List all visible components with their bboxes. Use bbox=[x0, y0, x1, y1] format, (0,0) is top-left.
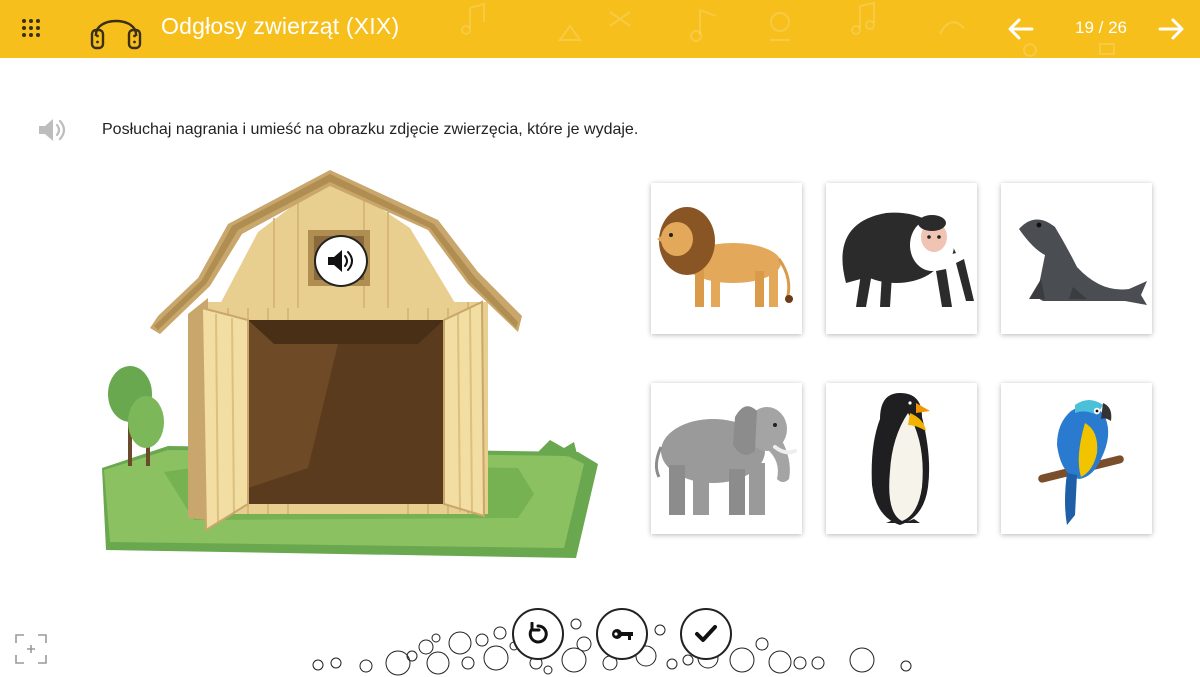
reset-icon bbox=[528, 622, 548, 644]
penguin-icon bbox=[871, 393, 930, 525]
check-button[interactable] bbox=[680, 608, 732, 660]
headphones-icon bbox=[90, 19, 142, 50]
top-bar: Odgłosy zwierząt (XIX) 19 / 26 bbox=[0, 0, 1200, 58]
key-icon bbox=[612, 629, 633, 640]
card-parrot[interactable] bbox=[1001, 383, 1152, 534]
card-elephant[interactable] bbox=[651, 383, 802, 534]
barn-icon bbox=[102, 170, 598, 558]
card-lion[interactable] bbox=[651, 183, 802, 334]
show-answer-button[interactable] bbox=[596, 608, 648, 660]
page-counter: 19 / 26 bbox=[1075, 18, 1127, 37]
card-seal[interactable] bbox=[1001, 183, 1152, 334]
monkey-icon bbox=[842, 212, 974, 307]
parrot-icon bbox=[1038, 400, 1124, 525]
barn-audio-button[interactable] bbox=[314, 235, 368, 287]
lion-icon bbox=[657, 207, 793, 307]
page-title: Odgłosy zwierząt (XIX) bbox=[161, 13, 400, 39]
fullscreen-icon[interactable] bbox=[14, 633, 48, 665]
arrow-left-icon[interactable] bbox=[1006, 14, 1036, 44]
elephant-icon bbox=[654, 406, 797, 515]
card-monkey[interactable] bbox=[826, 183, 977, 334]
speaker-icon bbox=[328, 250, 353, 272]
reset-button[interactable] bbox=[512, 608, 564, 660]
seal-icon bbox=[1019, 219, 1147, 305]
grid-menu-icon[interactable] bbox=[20, 17, 42, 39]
instruction-text: Posłuchaj nagrania i umieść na obrazku z… bbox=[102, 121, 639, 138]
speaker-icon[interactable] bbox=[36, 116, 66, 144]
arrow-right-icon[interactable] bbox=[1156, 14, 1186, 44]
card-penguin[interactable] bbox=[826, 383, 977, 534]
checkmark-icon bbox=[695, 625, 717, 642]
